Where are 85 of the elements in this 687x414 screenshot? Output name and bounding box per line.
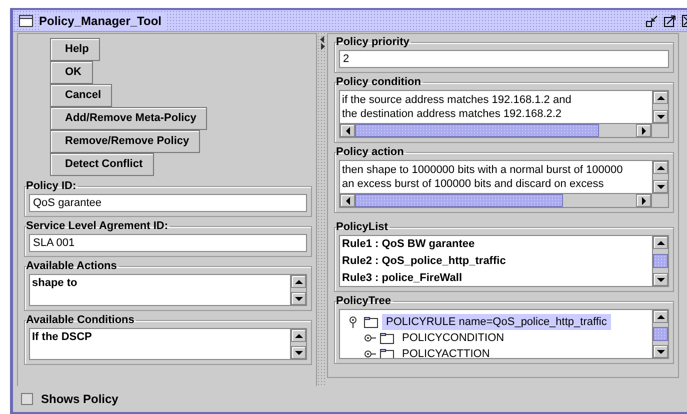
scroll-up-button[interactable] [653,161,668,174]
list-item[interactable]: Rule3 : police_FireWall [340,270,652,286]
toolbar-button[interactable]: OK [50,61,92,84]
list-box[interactable]: shape to [29,274,307,306]
policy-id-field[interactable]: QoS garantee [29,194,307,212]
group-label: Policy condition [336,76,422,89]
up-triangle-icon [294,278,302,284]
collapsed-handle-icon[interactable] [364,332,376,344]
text-line: the destination address matches 192.168.2.2 [341,107,563,121]
right-triangle-icon [640,196,646,204]
group-label: Policy ID: [26,180,78,193]
checkbox-label: Shows Policy [41,391,118,408]
folder-icon [364,316,378,328]
text-area[interactable]: if the source address matches 192.168.1.2 and the destination address matches 192.168.2.2 [339,90,669,138]
down-triangle-icon [656,184,664,190]
text-area[interactable]: then shape to 1000000 bits with a normal burst of 100000 an excess burst of 100000 bits and discard on excess [339,160,669,208]
text-line: an excess burst of 100000 bits and discard on excess [341,177,605,191]
list-item[interactable]: If the DSCP [30,329,290,345]
up-triangle-icon [656,94,664,100]
up-triangle-icon [656,314,664,320]
toolbar-button[interactable]: Help [50,38,100,61]
group-label: Policy priority [336,36,410,49]
list-box[interactable]: Rule1 : QoS BW garantee Rule2 : QoS_police_http_traffic Rule3 : police_FireWall [339,235,669,287]
group-label: PolicyTree [336,295,392,308]
scroll-left-button[interactable] [340,194,355,207]
scroll-thumb[interactable] [355,194,563,207]
group-label: Available Conditions [26,314,136,327]
collapse-left-icon[interactable] [320,36,324,43]
maximize-icon[interactable] [664,14,676,26]
scroll-down-button[interactable] [291,292,306,305]
group-label: Service Level Agrement ID: [26,220,170,233]
scroll-right-button[interactable] [636,124,651,137]
text-line: if the source address matches 192.168.1.2 and [341,93,572,107]
down-triangle-icon [656,348,664,354]
left-triangle-icon [344,196,350,204]
toolbar-button[interactable]: Remove/Remove Policy [50,130,200,153]
scroll-up-button[interactable] [653,310,668,323]
scroll-thumb[interactable] [355,124,600,137]
left-triangle-icon [344,126,350,134]
scroll-up-button[interactable] [653,91,668,104]
window-icon [19,14,33,26]
scroll-down-button[interactable] [291,346,306,359]
window-title: Policy_Manager_Tool [39,12,166,30]
list-item[interactable]: Rule2 : QoS_police_http_traffic [340,253,652,270]
tree-node-label[interactable]: POLICYACTTION [398,346,494,358]
list-box[interactable]: If the DSCP [29,328,307,360]
scroll-left-button[interactable] [340,124,355,137]
up-triangle-icon [656,164,664,170]
group-label: Available Actions [26,260,118,273]
scroll-right-button[interactable] [636,194,651,207]
text-line: then shape to 1000000 bits with a normal burst of 100000 [341,163,624,177]
up-triangle-icon [656,240,664,246]
folder-icon [380,348,394,358]
sla-id-field[interactable]: SLA 001 [29,234,307,252]
scroll-down-button[interactable] [653,273,668,286]
down-triangle-icon [656,276,664,282]
group-label: Policy action [336,146,405,159]
tree-node-label[interactable]: POLICYRULE name=QoS_police_http_traffic [382,314,611,330]
right-triangle-icon [640,126,646,134]
down-triangle-icon [294,350,302,356]
list-item[interactable]: shape to [30,275,290,291]
toolbar-button[interactable]: Cancel [50,84,112,107]
toolbar-button[interactable]: Detect Conflict [50,153,154,176]
scroll-up-button[interactable] [291,329,306,342]
down-triangle-icon [656,114,664,120]
checkbox[interactable] [21,393,33,405]
list-item[interactable]: Rule1 : QoS BW garantee [340,236,652,253]
tree-node-label[interactable]: POLICYCONDITION [398,330,508,346]
scroll-down-button[interactable] [653,180,668,193]
scroll-thumb[interactable] [653,327,668,341]
tree-view[interactable]: POLICYRULE name=QoS_police_http_traffic POLICYCONDITION POLICYACTTION [339,309,669,359]
scroll-up-button[interactable] [653,236,668,249]
minimize-icon[interactable] [646,14,658,26]
down-triangle-icon [294,296,302,302]
scroll-thumb[interactable] [653,254,668,268]
collapsed-handle-icon[interactable] [364,348,376,358]
priority-field[interactable]: 2 [339,50,669,68]
scroll-up-button[interactable] [291,275,306,288]
expand-right-icon[interactable] [320,43,324,50]
up-triangle-icon [294,332,302,338]
toolbar-button[interactable]: Add/Remove Meta-Policy [50,107,208,130]
group-label: PolicyList [336,221,389,234]
scroll-down-button[interactable] [653,345,668,358]
folder-icon [380,332,394,344]
scroll-down-button[interactable] [653,110,668,123]
